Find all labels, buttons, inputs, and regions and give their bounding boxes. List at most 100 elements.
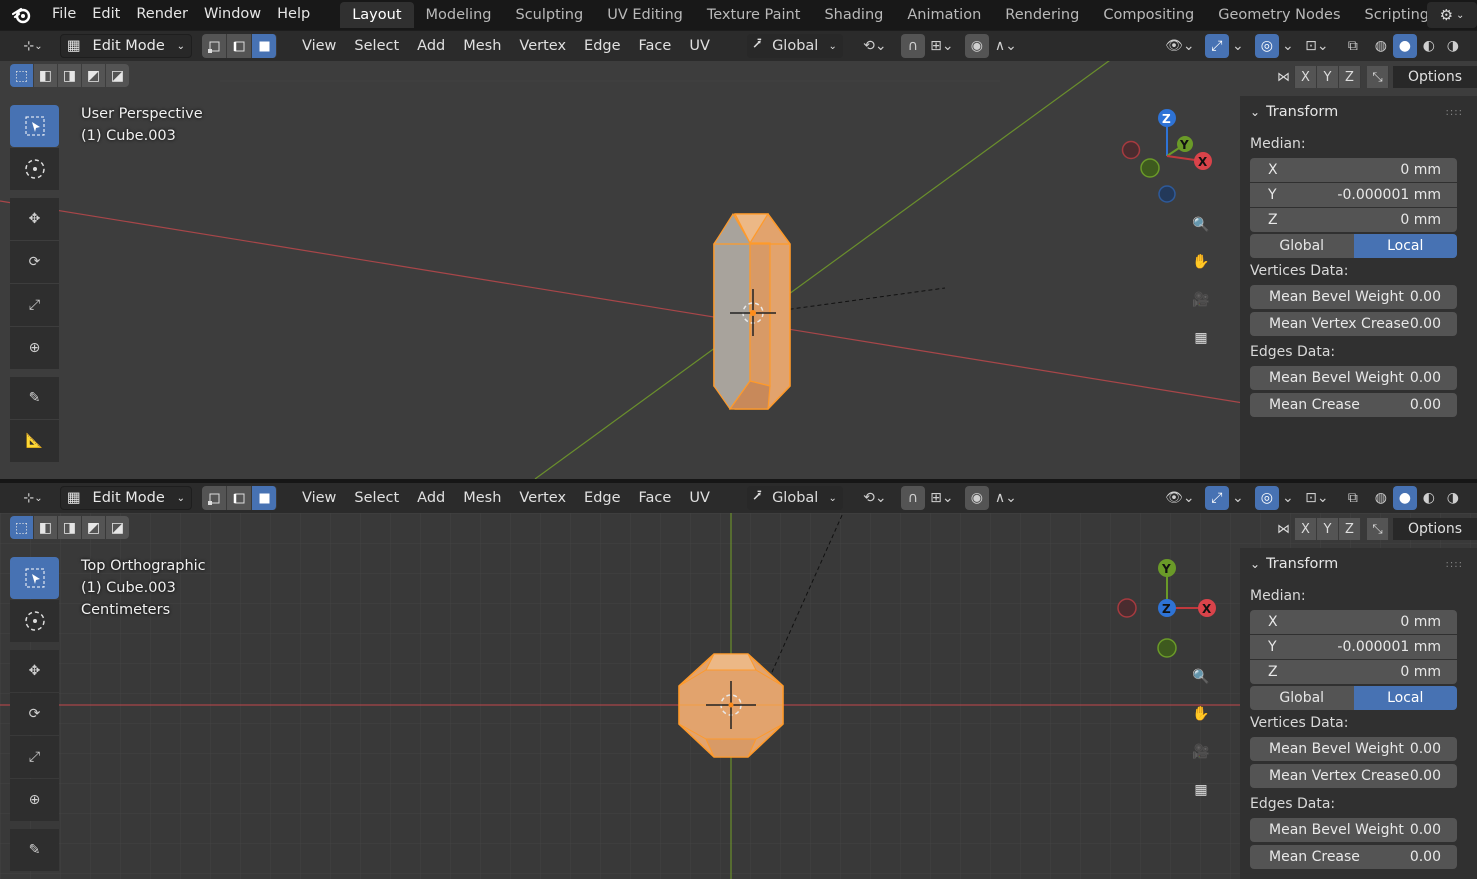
menu-vertex[interactable]: Vertex [510,490,575,506]
annotate-tool-icon[interactable]: ✎ [10,829,59,871]
menu-face[interactable]: Face [630,38,681,54]
edge-crease-field[interactable]: Mean Crease 0.00 [1250,393,1457,417]
scene-selector-button[interactable]: ⚙ ⌄ [1427,2,1477,28]
snap-target-icon[interactable]: ⊞⌄ [925,486,959,510]
menu-file[interactable]: File [44,0,84,30]
viewport-bottom[interactable]: Y Z X ⊹ ⌄ ▦ Edit Mode ⌄ View Select Add Mes… [0,483,1477,879]
falloff-icon[interactable]: ∧⌄ [989,34,1023,58]
select-intersect-icon[interactable]: ◪ [106,516,129,539]
editor-type-button[interactable]: ⊹ ⌄ [12,486,54,510]
transform-tool-icon[interactable]: ⊕ [10,779,59,821]
pivot-point-icon[interactable]: ⟲⌄ [855,34,895,58]
menu-add[interactable]: Add [408,38,454,54]
tab-modeling[interactable]: Modeling [414,2,504,28]
tab-shading[interactable]: Shading [812,2,895,28]
solid-shading-icon[interactable]: ● [1392,34,1417,58]
mode-dropdown[interactable]: ▦ Edit Mode ⌄ [60,486,192,510]
edge-bevel-weight-field[interactable]: Mean Bevel Weight 0.00 [1250,366,1457,390]
menu-uv[interactable]: UV [680,490,719,506]
select-invert-icon[interactable]: ◩ [82,516,105,539]
tab-geometry-nodes[interactable]: Geometry Nodes [1206,2,1352,28]
camera-icon[interactable]: 🎥 [1184,735,1218,769]
visibility-icon[interactable]: 👁⌄ [1161,34,1199,58]
edge-select-icon[interactable] [227,34,252,58]
pan-hand-icon[interactable]: ✋ [1184,697,1218,731]
local-button[interactable]: Local [1353,686,1457,710]
select-new-icon[interactable]: ⬚ [10,516,33,539]
gizmo-toggle-icon[interactable]: ⤢ [1204,34,1229,58]
move-tool-icon[interactable]: ✥ [10,650,59,692]
chevron-down-icon[interactable]: ⌄ [1229,34,1247,58]
median-z-field[interactable]: Z 0 mm [1250,208,1457,232]
edge-bevel-weight-field[interactable]: Mean Bevel Weight 0.00 [1250,818,1457,842]
chevron-down-icon[interactable]: ⌄ [1229,486,1247,510]
mirror-y-button[interactable]: Y [1317,66,1339,88]
gizmo-toggle-icon[interactable]: ⤢ [1204,486,1229,510]
median-y-field[interactable]: Y -0.000001 mm [1250,635,1457,659]
measure-tool-icon[interactable]: 📐 [10,420,59,462]
proportional-edit-icon[interactable]: ◉ [964,34,989,58]
auto-merge-icon[interactable]: ⤡ [1367,518,1389,540]
mirror-x-button[interactable]: X [1295,66,1317,88]
grip-icon[interactable]: :::: [1446,559,1463,570]
menu-help[interactable]: Help [269,0,318,30]
camera-icon[interactable]: 🎥 [1184,283,1218,317]
material-shading-icon[interactable]: ◐ [1417,486,1441,510]
snap-target-icon[interactable]: ⊞⌄ [925,34,959,58]
overlay-toggle-icon[interactable]: ◎ [1254,34,1279,58]
rotate-tool-icon[interactable]: ⟳ [10,693,59,735]
menu-uv[interactable]: UV [680,38,719,54]
chevron-down-icon[interactable]: ⌄ [1279,34,1297,58]
median-x-field[interactable]: X 0 mm [1250,610,1457,634]
face-select-icon[interactable] [252,34,277,58]
select-box-tool-icon[interactable] [10,557,59,599]
vertex-select-icon[interactable] [202,34,227,58]
visibility-icon[interactable]: 👁⌄ [1161,486,1199,510]
snap-icon[interactable]: ∩ [900,486,925,510]
menu-vertex[interactable]: Vertex [510,38,575,54]
menu-add[interactable]: Add [408,490,454,506]
options-button[interactable]: Options [1393,66,1477,88]
median-y-field[interactable]: Y -0.000001 mm [1250,183,1457,207]
tab-texture-paint[interactable]: Texture Paint [695,2,813,28]
global-button[interactable]: Global [1250,686,1354,710]
xray-toggle-icon[interactable]: ⧉ [1341,34,1365,58]
transform-panel-header[interactable]: ⌄ Transform:::: [1240,96,1477,128]
rotate-tool-icon[interactable]: ⟳ [10,241,59,283]
pivot-point-icon[interactable]: ⟲⌄ [855,486,895,510]
auto-merge-icon[interactable]: ⤡ [1367,66,1389,88]
mirror-z-button[interactable]: Z [1339,518,1361,540]
select-extend-icon[interactable]: ◧ [34,516,57,539]
menu-edge[interactable]: Edge [575,38,630,54]
global-button[interactable]: Global [1250,234,1354,258]
overlay-toggle-icon[interactable]: ◎ [1254,486,1279,510]
zoom-icon[interactable]: 🔍 [1184,208,1218,242]
ortho-grid-icon[interactable]: ▦ [1184,773,1218,807]
perspective-grid-icon[interactable]: ▦ [1184,321,1218,355]
tab-rendering[interactable]: Rendering [993,2,1091,28]
menu-view[interactable]: View [293,38,345,54]
select-box-tool-icon[interactable] [10,105,59,147]
solid-shading-icon[interactable]: ● [1392,486,1417,510]
transform-tool-icon[interactable]: ⊕ [10,327,59,369]
mirror-y-button[interactable]: Y [1317,518,1339,540]
viewport-top[interactable]: Z Y X ⊹ ⌄ ▦ Edit Mode ⌄ View Select Add Mes… [0,31,1477,479]
snap-icon[interactable]: ∩ [900,34,925,58]
vertex-crease-field[interactable]: Mean Vertex Crease 0.00 [1250,312,1457,336]
menu-view[interactable]: View [293,490,345,506]
mirror-z-button[interactable]: Z [1339,66,1361,88]
menu-window[interactable]: Window [196,0,269,30]
select-intersect-icon[interactable]: ◪ [106,64,129,87]
tab-animation[interactable]: Animation [895,2,993,28]
vertex-bevel-weight-field[interactable]: Mean Bevel Weight 0.00 [1250,285,1457,309]
select-subtract-icon[interactable]: ◨ [58,516,81,539]
select-invert-icon[interactable]: ◩ [82,64,105,87]
select-subtract-icon[interactable]: ◨ [58,64,81,87]
editor-type-button[interactable]: ⊹ ⌄ [12,34,54,58]
blender-logo-icon[interactable] [0,0,44,30]
vertex-select-icon[interactable] [202,486,227,510]
chevron-down-icon[interactable]: ⌄ [1279,486,1297,510]
vertex-crease-field[interactable]: Mean Vertex Crease 0.00 [1250,764,1457,788]
median-z-field[interactable]: Z 0 mm [1250,660,1457,684]
mesh-overlay-icon[interactable]: ⊡⌄ [1297,34,1337,58]
